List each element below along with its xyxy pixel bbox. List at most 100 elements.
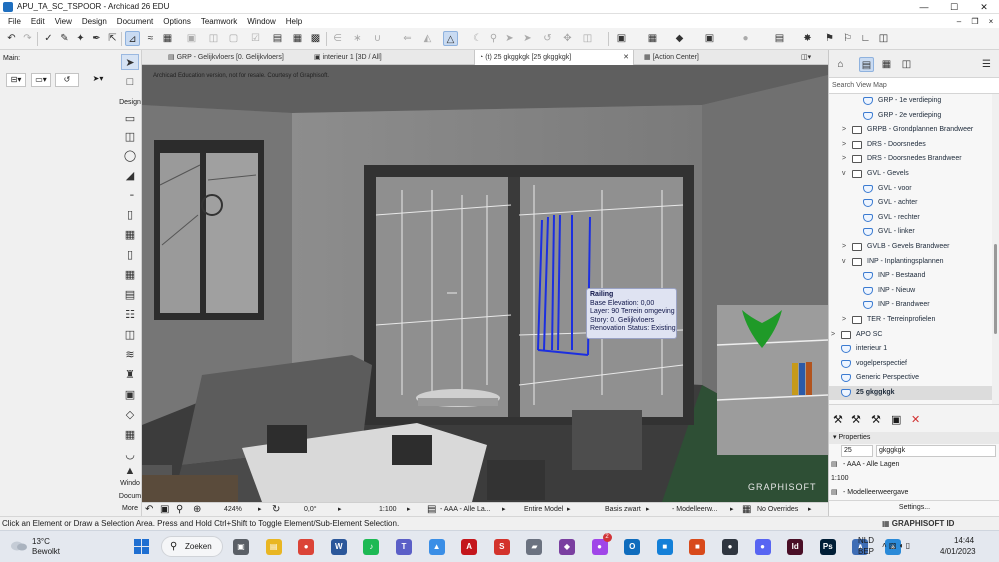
railing-tool-icon[interactable]: ☷ — [121, 307, 139, 323]
tree-item[interactable]: 25 gkggkgk — [829, 386, 992, 400]
undo-icon[interactable]: ↶ — [4, 31, 19, 46]
toolbox-window-label[interactable]: Windo — [118, 480, 142, 487]
menu-help[interactable]: Help — [281, 17, 307, 26]
app-dark-taskbar-icon[interactable]: ● — [722, 539, 738, 555]
selection-method-control[interactable]: ⊟▾ — [6, 73, 26, 87]
globe-icon[interactable]: ● — [738, 31, 753, 46]
model-view-options[interactable]: - Modelleerw... — [672, 503, 718, 517]
menu-window[interactable]: Window — [242, 17, 280, 26]
taskbar-search[interactable]: ⚲ Zoeken — [161, 536, 223, 557]
tree-item[interactable]: > DRS - Doorsnedes — [829, 138, 992, 152]
overrides-dropdown-icon[interactable]: ▸ — [808, 503, 812, 517]
arrow-cursor-control[interactable]: ➤▾ — [87, 73, 109, 87]
elevation-icon[interactable]: ⇐ — [400, 31, 415, 46]
keyboard-layout[interactable]: BEP — [858, 547, 874, 556]
new-folder-icon[interactable]: ⚒ — [871, 413, 881, 426]
column-tool-icon[interactable]: ▯ — [121, 207, 139, 223]
menu-design[interactable]: Design — [77, 17, 112, 26]
wall-tool-icon[interactable]: ▭ — [121, 111, 139, 127]
tab-list-dropdown[interactable]: ◫▾ — [797, 50, 827, 65]
property-layer[interactable]: - AAA - Alle Lagen — [843, 458, 899, 472]
model-filter[interactable]: Entire Model — [524, 503, 563, 517]
adjust-icon[interactable]: ∗ — [350, 31, 365, 46]
navigator-scroll-thumb[interactable] — [994, 244, 997, 334]
display-order-icon[interactable]: ▩ — [308, 31, 323, 46]
photos-taskbar-icon[interactable]: ▲ — [428, 539, 445, 555]
tree-item[interactable]: INP - Nieuw — [829, 284, 992, 298]
view-map-search-input[interactable]: Search View Map — [829, 78, 999, 94]
zoom-in-icon[interactable]: ⊕ — [193, 503, 201, 517]
render-icon[interactable]: ◆ — [672, 31, 687, 46]
doc-restore-button[interactable]: ❐ — [967, 17, 983, 26]
marquee-tool-icon[interactable]: □ — [121, 74, 139, 90]
view-angle[interactable]: 0,0° — [304, 503, 317, 517]
clone-folder-icon[interactable]: ⚒ — [851, 413, 861, 426]
layer-combination[interactable]: - AAA - Alle La... — [440, 503, 491, 517]
guide-icon[interactable]: ∟ — [858, 31, 873, 46]
layers-icon[interactable]: ▣ — [184, 31, 199, 46]
split-icon[interactable]: ∈ — [330, 31, 345, 46]
model-filter-dropdown-icon[interactable]: ▸ — [567, 503, 571, 517]
pick-up-parameters-icon[interactable]: ✓ — [41, 31, 56, 46]
office-taskbar-icon[interactable]: ■ — [689, 539, 706, 555]
filter-icon[interactable]: ▣ — [702, 31, 717, 46]
chevron-down-icon[interactable]: v — [842, 167, 846, 181]
eyedrop-3d-icon[interactable]: ☾ — [470, 31, 485, 46]
save-view-icon[interactable]: ⚒ — [833, 413, 843, 426]
zoom-icon[interactable]: ⚲ — [176, 503, 183, 517]
fill-tool-icon[interactable]: ▲ — [121, 463, 139, 479]
publisher-icon[interactable]: ◫ — [899, 57, 914, 72]
distribute-icon[interactable]: ▦ — [290, 31, 305, 46]
menu-document[interactable]: Document — [112, 17, 158, 26]
close-button[interactable]: ✕ — [969, 0, 999, 14]
settings-button[interactable]: Settings... — [829, 500, 999, 514]
zoom-level[interactable]: 424% — [224, 503, 242, 517]
pan-icon[interactable]: ✥ — [560, 31, 575, 46]
group-icon[interactable]: ▢ — [226, 31, 241, 46]
tree-item[interactable]: interieur 1 — [829, 342, 992, 356]
beam-tool-icon[interactable]: ╶ — [121, 188, 139, 204]
app-gray-taskbar-icon[interactable]: ▰ — [526, 539, 543, 555]
spotify-taskbar-icon[interactable]: ♪ — [363, 539, 380, 555]
view-settings-icon[interactable]: ▣ — [891, 413, 901, 426]
tree-item[interactable]: > DRS - Doorsnedes Brandweer — [829, 152, 992, 166]
view-name-field[interactable]: gkggkgk — [876, 445, 996, 457]
window-tool-icon[interactable]: ▦ — [121, 267, 139, 283]
stair-tool-icon[interactable]: ▤ — [121, 287, 139, 303]
word-taskbar-icon[interactable]: W — [330, 539, 347, 555]
pen-set-dropdown-icon[interactable]: ▸ — [646, 503, 650, 517]
redo-icon[interactable]: ↷ — [20, 31, 35, 46]
start-button[interactable] — [134, 539, 150, 555]
scale-value[interactable]: 1:100 — [379, 503, 397, 517]
chevron-down-icon[interactable]: v — [842, 255, 846, 269]
lock-icon[interactable]: ☑ — [248, 31, 263, 46]
inject-parameters-icon[interactable]: ✎ — [57, 31, 72, 46]
photoshop-taskbar-icon[interactable]: Ps — [819, 539, 836, 555]
tree-item[interactable]: GVL - linker — [829, 225, 992, 239]
layer-dropdown-icon[interactable]: ▸ — [502, 503, 506, 517]
view-map-icon[interactable]: ▤ — [859, 57, 874, 72]
walk-icon[interactable]: ➤ — [502, 31, 517, 46]
graphisoft-id-button[interactable]: ▦ GRAPHISOFT ID — [882, 517, 954, 531]
tab-3d-interior[interactable]: ▣ interieur 1 [3D / All] — [310, 50, 470, 65]
intersect-icon[interactable]: ∪ — [370, 31, 385, 46]
tree-item[interactable]: GVL - achter — [829, 196, 992, 210]
suspend-groups-icon[interactable]: ◫ — [206, 31, 221, 46]
property-model-view[interactable]: - Modelleerweergave — [843, 486, 908, 500]
minimize-button[interactable]: — — [909, 0, 939, 14]
zoom-dropdown-icon[interactable]: ▸ — [258, 503, 262, 517]
tree-item[interactable]: GRP - 1e verdieping — [829, 94, 992, 108]
pen-set[interactable]: Basis zwart — [605, 503, 641, 517]
view-cube-icon[interactable]: ▦ — [645, 31, 660, 46]
app-purple-taskbar-icon[interactable]: ◆ — [559, 539, 575, 555]
zoom-3d-icon[interactable]: ⚲ — [486, 31, 501, 46]
tree-item[interactable]: v INP - Inplantingsplannen — [829, 255, 992, 269]
fly-icon[interactable]: ➤ — [520, 31, 535, 46]
menu-view[interactable]: View — [50, 17, 77, 26]
tree-item[interactable]: INP - Brandweer — [829, 298, 992, 312]
mesh-tool-icon[interactable]: ≋ — [121, 347, 139, 363]
sketchup-taskbar-icon[interactable]: S — [493, 539, 510, 555]
gravity-icon[interactable]: ⊿ — [125, 31, 140, 46]
scale-dropdown-icon[interactable]: ▸ — [407, 503, 411, 517]
rotate-3d-icon[interactable]: ↺ — [540, 31, 555, 46]
